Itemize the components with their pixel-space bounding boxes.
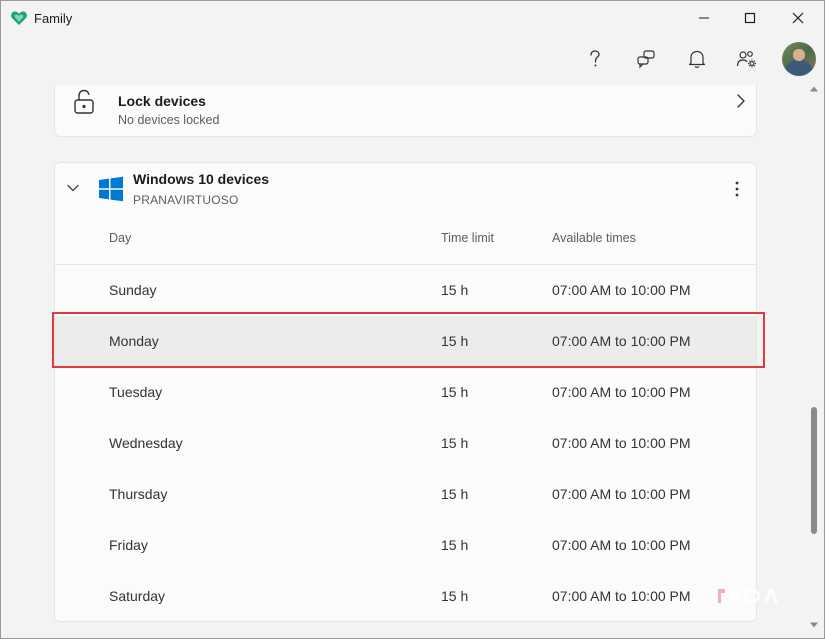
row-time-limit: 15 h bbox=[441, 588, 469, 604]
more-vertical-icon bbox=[735, 181, 739, 197]
content-area: Lock devices No devices locked Windows 1… bbox=[1, 85, 806, 638]
column-header-time-limit: Time limit bbox=[441, 231, 495, 245]
row-time-limit: 15 h bbox=[441, 486, 469, 502]
schedule-row-thursday[interactable]: Thursday 15 h 07:00 AM to 10:00 PM bbox=[55, 469, 756, 520]
window-title: Family bbox=[34, 11, 73, 26]
more-options-button[interactable] bbox=[725, 177, 749, 201]
minimize-button[interactable] bbox=[681, 1, 727, 35]
windows-logo-icon bbox=[99, 176, 123, 202]
title-bar: Family bbox=[1, 1, 824, 35]
row-day: Sunday bbox=[109, 282, 157, 298]
scroll-up-arrow-icon[interactable] bbox=[810, 85, 818, 93]
row-day: Saturday bbox=[109, 588, 166, 604]
schedule-row-friday[interactable]: Friday 15 h 07:00 AM to 10:00 PM bbox=[55, 520, 756, 571]
row-available-times: 07:00 AM to 10:00 PM bbox=[552, 384, 691, 400]
notifications-button[interactable] bbox=[684, 46, 710, 72]
row-time-limit: 15 h bbox=[441, 537, 469, 553]
scrollbar-thumb[interactable] bbox=[811, 407, 817, 534]
schedule-row-sunday[interactable]: Sunday 15 h 07:00 AM to 10:00 PM bbox=[55, 265, 756, 316]
lock-devices-status: No devices locked bbox=[118, 113, 220, 127]
user-avatar[interactable] bbox=[782, 42, 816, 76]
row-day: Friday bbox=[109, 537, 148, 553]
unlock-icon bbox=[74, 89, 94, 114]
lock-devices-card[interactable]: Lock devices No devices locked bbox=[54, 85, 757, 137]
maximize-button[interactable] bbox=[727, 1, 773, 35]
xda-watermark bbox=[716, 584, 796, 608]
column-header-day: Day bbox=[109, 231, 132, 245]
family-logo-icon bbox=[11, 11, 27, 25]
row-day: Thursday bbox=[109, 486, 168, 502]
minimize-icon bbox=[699, 17, 709, 19]
schedule-row-wednesday[interactable]: Wednesday 15 h 07:00 AM to 10:00 PM bbox=[55, 418, 756, 469]
row-time-limit: 15 h bbox=[441, 384, 469, 400]
row-available-times: 07:00 AM to 10:00 PM bbox=[552, 435, 691, 451]
chevron-right-icon bbox=[737, 94, 745, 108]
row-available-times: 07:00 AM to 10:00 PM bbox=[552, 588, 691, 604]
row-day: Wednesday bbox=[109, 435, 183, 451]
family-app-window: Family Lock devices No devices locked Wi… bbox=[0, 0, 825, 639]
lock-devices-title: Lock devices bbox=[118, 93, 206, 109]
help-icon bbox=[590, 50, 600, 67]
maximize-icon bbox=[744, 12, 756, 24]
device-account-name: PRANAVIRTUOSO bbox=[133, 193, 239, 207]
scroll-down-arrow-icon[interactable] bbox=[810, 621, 818, 629]
row-available-times: 07:00 AM to 10:00 PM bbox=[552, 333, 691, 349]
row-available-times: 07:00 AM to 10:00 PM bbox=[552, 282, 691, 298]
close-icon bbox=[792, 12, 804, 24]
row-day: Tuesday bbox=[109, 384, 163, 400]
windows-devices-card: Windows 10 devices PRANAVIRTUOSO Day Tim… bbox=[54, 162, 757, 622]
feedback-button[interactable] bbox=[633, 46, 659, 72]
column-header-available-times: Available times bbox=[552, 231, 636, 245]
xda-logo-icon bbox=[718, 588, 778, 604]
row-time-limit: 15 h bbox=[441, 282, 469, 298]
row-time-limit: 15 h bbox=[441, 435, 469, 451]
chevron-down-icon[interactable] bbox=[66, 181, 80, 195]
close-button[interactable] bbox=[775, 1, 821, 35]
schedule-row-monday[interactable]: Monday 15 h 07:00 AM to 10:00 PM bbox=[55, 316, 756, 367]
schedule-row-saturday[interactable]: Saturday 15 h 07:00 AM to 10:00 PM bbox=[55, 571, 756, 622]
row-day: Monday bbox=[109, 333, 159, 349]
schedule-row-tuesday[interactable]: Tuesday 15 h 07:00 AM to 10:00 PM bbox=[55, 367, 756, 418]
row-available-times: 07:00 AM to 10:00 PM bbox=[552, 486, 691, 502]
people-settings-icon bbox=[736, 51, 756, 68]
bell-icon bbox=[688, 50, 706, 68]
row-time-limit: 15 h bbox=[441, 333, 469, 349]
row-available-times: 07:00 AM to 10:00 PM bbox=[552, 537, 691, 553]
family-settings-button[interactable] bbox=[734, 46, 760, 72]
feedback-icon bbox=[637, 50, 655, 69]
help-button[interactable] bbox=[582, 46, 608, 72]
vertical-scrollbar[interactable] bbox=[807, 85, 821, 637]
device-group-title: Windows 10 devices bbox=[133, 171, 270, 187]
